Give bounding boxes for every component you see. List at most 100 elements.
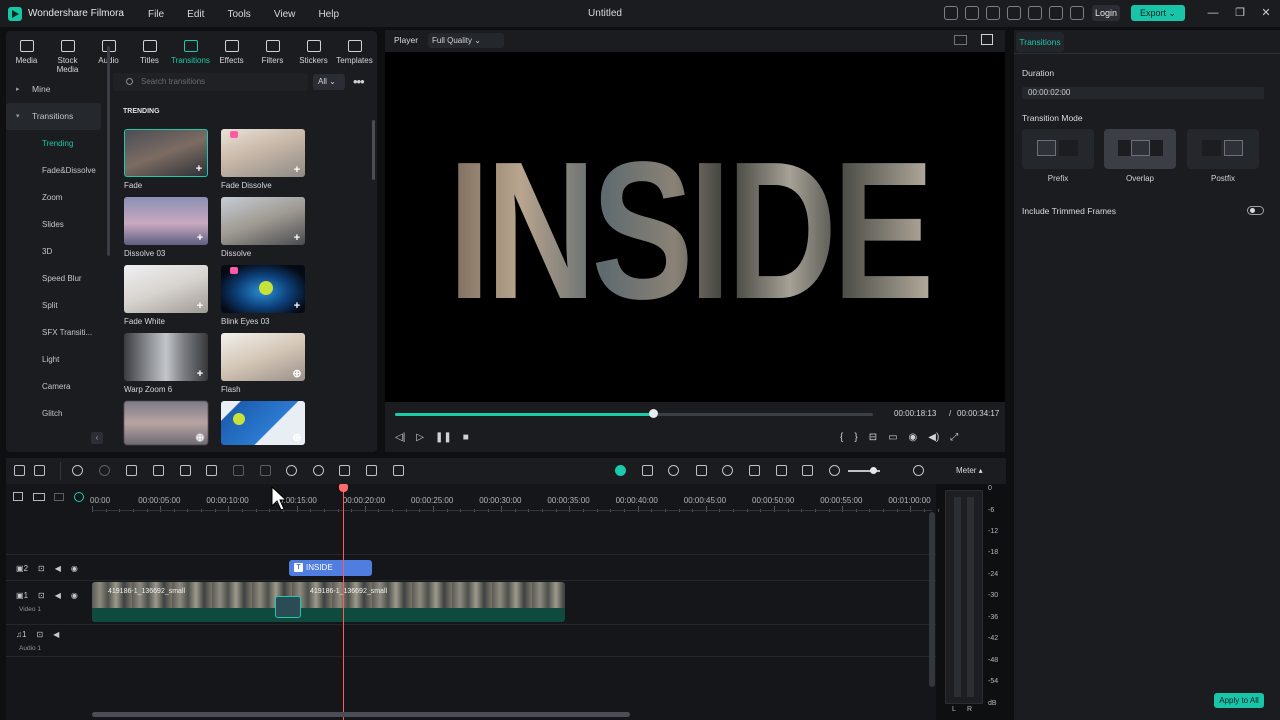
search-input[interactable]: Search transitions (113, 73, 308, 91)
sidebar-item-glitch[interactable]: Glitch (6, 400, 101, 427)
pip-icon[interactable] (776, 465, 787, 476)
download-icon[interactable]: ⊕ (195, 433, 205, 444)
transition-item[interactable]: + Blink Eyes 03 (221, 265, 305, 326)
add-icon[interactable]: + (292, 301, 302, 312)
add-icon[interactable]: + (292, 233, 302, 244)
fit-icon[interactable] (802, 465, 813, 476)
previous-frame-icon[interactable]: ◁| (395, 432, 405, 443)
timeline-vertical-scrollbar[interactable] (929, 512, 935, 687)
camera-icon[interactable]: ◉ (909, 432, 918, 443)
mask-icon[interactable] (233, 465, 244, 476)
pause-icon[interactable]: ❚❚ (435, 432, 452, 443)
transition-item[interactable]: ⊕ (124, 401, 208, 449)
playhead[interactable] (343, 486, 344, 720)
sidebar-item-mine[interactable]: ▸ Mine (6, 76, 101, 103)
playhead-handle[interactable] (339, 484, 348, 492)
redo-icon[interactable] (99, 465, 110, 476)
add-icon[interactable]: + (194, 164, 204, 175)
color-icon[interactable] (260, 465, 271, 476)
menu-file[interactable]: File (148, 9, 164, 20)
menu-view[interactable]: View (274, 9, 296, 20)
maximize-icon[interactable]: ❐ (1233, 6, 1247, 20)
transition-item[interactable]: + Fade White (124, 265, 208, 326)
transition-item[interactable]: + Dissolve (221, 197, 305, 258)
render-icon[interactable] (615, 465, 626, 476)
add-icon[interactable]: + (195, 369, 205, 380)
fullscreen-icon[interactable]: ⤢ (950, 432, 958, 443)
sidebar-item-sfx[interactable]: SFX Transiti... (6, 319, 101, 346)
more-options-icon[interactable]: ••• (353, 74, 365, 89)
login-button[interactable]: Login (1092, 5, 1120, 21)
apply-to-all-button[interactable]: Apply to All (1214, 693, 1264, 708)
menu-tools[interactable]: Tools (227, 9, 250, 20)
mute-icon[interactable]: ◀ (53, 630, 59, 639)
monitor-icon[interactable] (986, 6, 1000, 20)
zoom-out-icon[interactable] (829, 465, 840, 476)
add-icon[interactable]: + (195, 233, 205, 244)
mark-out-icon[interactable]: } (854, 432, 857, 443)
eye-icon[interactable]: ◉ (71, 564, 78, 573)
tab-effects[interactable]: Effects (211, 37, 252, 73)
grid-view-icon[interactable] (954, 35, 967, 45)
title-clip[interactable]: INSIDE (289, 560, 372, 576)
snapshot-timeline-icon[interactable] (642, 465, 653, 476)
filter-dropdown[interactable]: All ⌄ (313, 74, 345, 90)
collapse-sidebar-icon[interactable]: ‹ (91, 432, 103, 444)
cloud-icon[interactable] (1028, 6, 1042, 20)
sidebar-item-trending[interactable]: Trending (6, 130, 101, 157)
transition-item[interactable]: ⊕ (221, 401, 305, 449)
sidebar-item-fade-dissolve[interactable]: Fade&Dissolve (6, 157, 101, 184)
sidebar-item-3d[interactable]: 3D (6, 238, 101, 265)
playback-progress[interactable] (395, 409, 873, 418)
download-icon[interactable]: ⊕ (292, 433, 302, 444)
tab-transitions[interactable]: Transitions (170, 37, 211, 73)
select-tool-icon[interactable] (34, 465, 45, 476)
tab-titles[interactable]: Titles (129, 37, 170, 73)
cut-icon[interactable] (153, 465, 164, 476)
lock-icon[interactable]: ⊡ (36, 630, 43, 639)
mute-icon[interactable]: ◀ (55, 564, 61, 573)
close-icon[interactable]: ✕ (1259, 6, 1273, 20)
sidebar-item-light[interactable]: Light (6, 346, 101, 373)
delete-icon[interactable] (126, 465, 137, 476)
mode-overlap[interactable] (1104, 129, 1176, 169)
lock-icon[interactable]: ⊡ (38, 564, 45, 573)
layout-icon[interactable] (14, 465, 25, 476)
keyframe-icon[interactable] (393, 465, 404, 476)
play-icon[interactable]: ▷ (416, 432, 424, 443)
sidebar-item-split[interactable]: Split (6, 292, 101, 319)
transition-item[interactable]: + Dissolve 03 (124, 197, 208, 258)
quality-dropdown[interactable]: Full Quality ⌄ (428, 33, 504, 48)
timeline-horizontal-scrollbar[interactable] (92, 712, 630, 717)
zoom-in-icon[interactable] (913, 465, 924, 476)
sidebar-item-slides[interactable]: Slides (6, 211, 101, 238)
tab-stock-media[interactable]: Stock Media (47, 37, 88, 74)
insert-icon[interactable]: ⊟ (869, 432, 877, 443)
trimmed-frames-toggle[interactable] (1247, 206, 1264, 215)
transition-item[interactable]: ⊕ Flash (221, 333, 305, 394)
track-manager-icon[interactable] (54, 493, 64, 501)
sidebar-item-camera[interactable]: Camera (6, 373, 101, 400)
microphone-icon[interactable] (722, 465, 733, 476)
tab-stickers[interactable]: Stickers (293, 37, 334, 73)
group-icon[interactable] (366, 465, 377, 476)
stop-icon[interactable]: ■ (463, 432, 469, 443)
volume-icon[interactable]: ◀) (928, 432, 939, 443)
tab-filters[interactable]: Filters (252, 37, 293, 73)
export-button[interactable]: Export ⌄ (1131, 5, 1185, 21)
library-scrollbar[interactable] (372, 120, 375, 180)
sidebar-item-zoom[interactable]: Zoom (6, 184, 101, 211)
sidebar-item-transitions[interactable]: ▾ Transitions (6, 103, 101, 130)
mode-postfix[interactable] (1187, 129, 1259, 169)
text-icon[interactable] (180, 465, 191, 476)
render-preview-icon[interactable]: ▭ (888, 432, 897, 443)
video-clip[interactable]: 419186-1_136692_small 419186-1_136692_sm… (92, 582, 565, 622)
transition-clip[interactable] (275, 596, 301, 618)
mark-in-icon[interactable]: { (840, 432, 843, 443)
download-icon[interactable]: ⊕ (292, 369, 302, 380)
transition-item[interactable]: + Fade (124, 129, 208, 190)
snap-icon[interactable] (74, 492, 84, 502)
tab-transitions-inspector[interactable]: Transitions (1016, 32, 1064, 52)
shield-icon[interactable] (696, 465, 707, 476)
menu-help[interactable]: Help (318, 9, 339, 20)
